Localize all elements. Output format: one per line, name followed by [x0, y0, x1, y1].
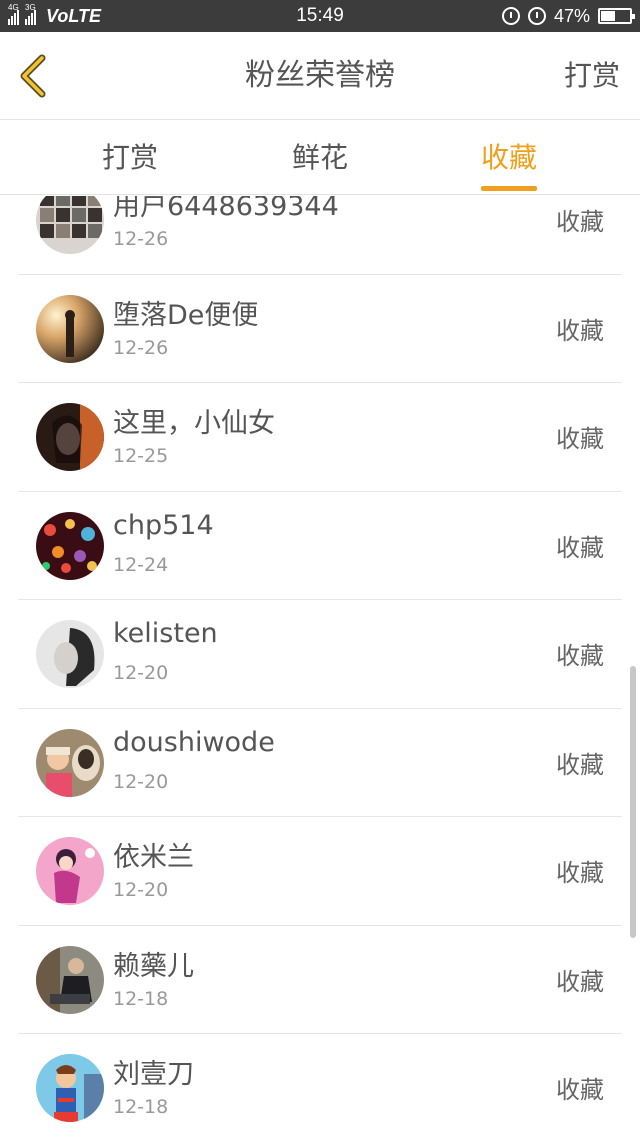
avatar — [36, 196, 104, 254]
app-header: 粉丝荣誉榜 打赏 — [0, 32, 640, 120]
date: 12-26 — [113, 228, 169, 250]
favorite-label: 收藏 — [556, 750, 604, 779]
list-item[interactable]: doushiwode 12-20 收藏 — [0, 709, 640, 818]
user-name: 堕落De便便 — [113, 299, 259, 331]
user-name: 这里，小仙女 — [113, 408, 275, 439]
battery-percent: 47% — [553, 5, 590, 26]
battery-icon — [598, 8, 635, 24]
avatar — [36, 837, 104, 905]
tab-flowers[interactable]: 鲜花 — [250, 121, 390, 195]
avatar — [36, 403, 104, 471]
list-item[interactable]: chp514 12-24 收藏 — [0, 492, 640, 601]
avatar — [36, 728, 104, 797]
list-item[interactable]: 刘壹刀 12-18 收藏 — [0, 1034, 640, 1138]
avatar — [36, 511, 104, 580]
date: 12-20 — [113, 662, 169, 684]
alarm-icon — [527, 7, 546, 25]
date: 12-20 — [113, 770, 169, 793]
user-name: chp514 — [113, 509, 214, 541]
date: 12-25 — [113, 445, 169, 467]
favorite-label: 收藏 — [556, 208, 604, 236]
date: 12-26 — [113, 336, 169, 359]
user-name: 用户6448639344 — [113, 196, 339, 222]
list-item[interactable]: 堕落De便便 12-26 收藏 — [0, 275, 640, 384]
favorite-label: 收藏 — [556, 1076, 604, 1104]
reward-button[interactable]: 打赏 — [564, 32, 620, 120]
date: 12-18 — [113, 987, 169, 1010]
date: 12-18 — [113, 1096, 169, 1118]
tab-label: 打赏 — [101, 141, 158, 174]
tab-favorites[interactable]: 收藏 — [439, 121, 579, 195]
active-tab-indicator — [481, 186, 537, 191]
page-title: 粉丝荣誉榜 — [245, 58, 395, 93]
list-item[interactable]: 依米兰 12-20 收藏 — [0, 817, 640, 926]
scrollbar[interactable] — [630, 666, 636, 938]
user-name: 依米兰 — [113, 842, 194, 873]
favorite-label: 收藏 — [556, 859, 604, 887]
avatar — [36, 294, 104, 363]
user-name: doushiwode — [113, 726, 275, 758]
user-name: 赖藥儿 — [113, 950, 194, 982]
tab-bar: 打赏 鲜花 收藏 — [0, 121, 640, 195]
list-item[interactable]: kelisten 12-20 收藏 — [0, 600, 640, 709]
favorite-label: 收藏 — [556, 316, 604, 345]
list-item[interactable]: 用户6448639344 12-26 收藏 — [0, 196, 640, 275]
tab-label: 收藏 — [480, 141, 537, 174]
fan-list[interactable]: 用户6448639344 12-26 收藏 堕落De便便 12-26 收藏 这里… — [0, 196, 640, 1138]
favorite-label: 收藏 — [556, 533, 604, 562]
user-name: kelisten — [113, 618, 218, 649]
avatar — [36, 945, 104, 1014]
list-item[interactable]: 赖藥儿 12-18 收藏 — [0, 926, 640, 1035]
user-name: 刘壹刀 — [113, 1059, 194, 1090]
date: 12-24 — [113, 553, 169, 576]
tab-label: 鲜花 — [291, 141, 348, 174]
tab-reward[interactable]: 打赏 — [60, 121, 200, 195]
rotation-lock-icon — [501, 7, 520, 25]
list-item[interactable]: 这里，小仙女 12-25 收藏 — [0, 383, 640, 492]
favorite-label: 收藏 — [556, 425, 604, 453]
date: 12-20 — [113, 879, 169, 901]
favorite-label: 收藏 — [556, 967, 604, 996]
avatar — [36, 1054, 104, 1122]
avatar — [36, 620, 104, 688]
favorite-label: 收藏 — [556, 642, 604, 670]
status-bar: 4G 3G VoLTE 15:49 47% — [0, 0, 640, 32]
